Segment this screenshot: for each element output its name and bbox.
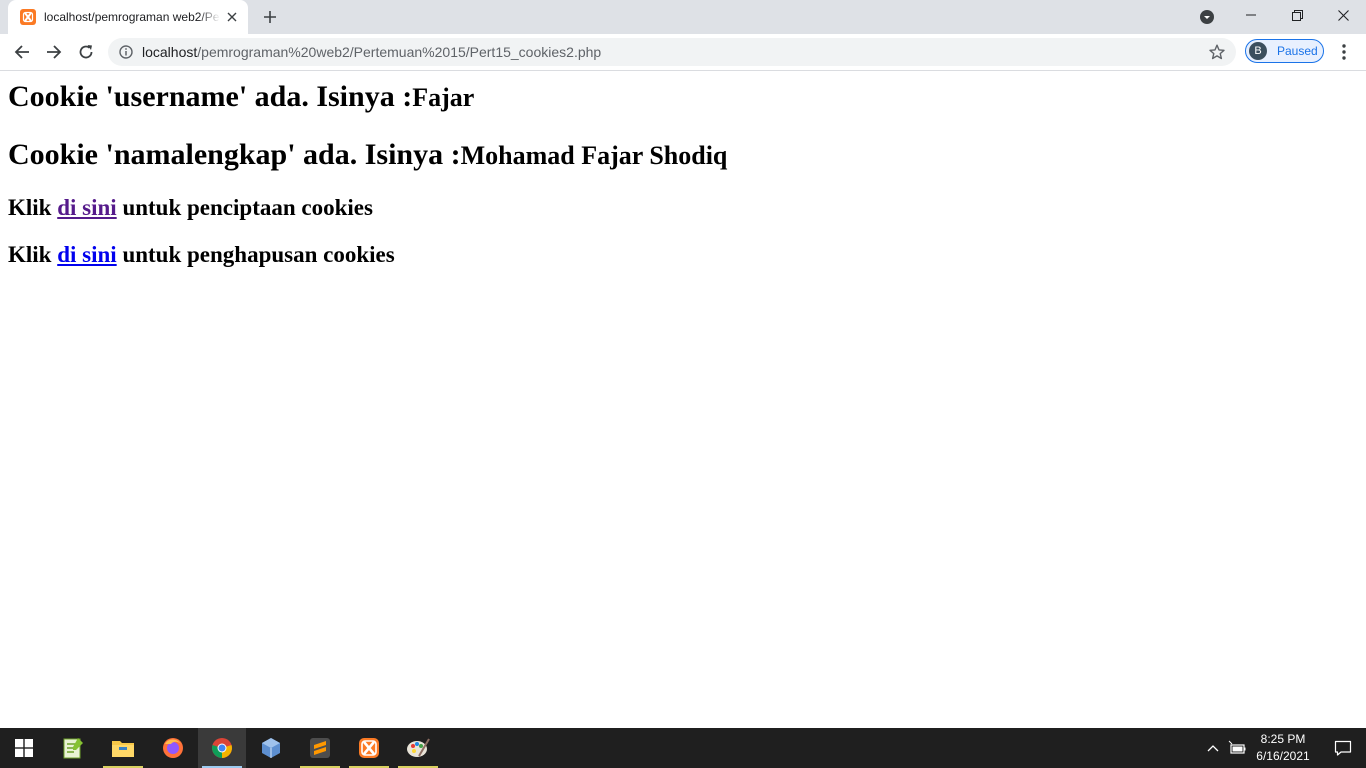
url-text: localhost/pemrograman%20web2/Pertemuan%2… xyxy=(142,44,601,60)
delete-suffix: untuk penghapusan cookies xyxy=(116,242,395,267)
close-window-icon[interactable] xyxy=(1320,0,1366,30)
delete-prefix: Klik xyxy=(8,242,58,267)
chrome-icon[interactable] xyxy=(198,728,246,768)
create-cookies-link[interactable]: di sini xyxy=(57,195,116,220)
forward-arrow-icon[interactable] xyxy=(40,38,68,66)
tab-title: localhost/pemrograman web2/Pertemuan 15/… xyxy=(44,10,220,24)
clock-date: 6/16/2021 xyxy=(1256,749,1310,763)
address-bar[interactable]: localhost/pemrograman%20web2/Pertemuan%2… xyxy=(108,38,1236,66)
profile-status: Paused xyxy=(1277,44,1318,58)
new-tab-plus-icon[interactable] xyxy=(258,5,282,29)
url-path: /pemrograman%20web2/Pertemuan%2015/Pert1… xyxy=(197,44,602,60)
taskbar: 8:25 PM 6/16/2021 xyxy=(0,728,1366,768)
cookie-username-value: Fajar xyxy=(412,83,475,112)
windows-start-icon[interactable] xyxy=(0,728,48,768)
delete-cookies-line: Klik di sini untuk penghapusan cookies xyxy=(8,242,395,268)
battery-icon[interactable] xyxy=(1228,739,1246,757)
create-suffix: untuk penciptaan cookies xyxy=(116,195,373,220)
delete-cookies-link[interactable]: di sini xyxy=(57,242,116,267)
cookie-username-line: Cookie 'username' ada. Isinya :Fajar xyxy=(8,80,474,114)
url-host: localhost xyxy=(142,44,198,60)
cookie-namalengkap-line: Cookie 'namalengkap' ada. Isinya :Mohama… xyxy=(8,138,727,172)
notepad-plus-icon[interactable] xyxy=(49,728,97,768)
tab-strip: localhost/pemrograman web2/Pertemuan 15/… xyxy=(0,0,1366,34)
browser-toolbar: localhost/pemrograman%20web2/Pertemuan%2… xyxy=(0,34,1366,71)
tab-search-icon[interactable] xyxy=(1196,6,1218,28)
bookmark-star-icon[interactable] xyxy=(1208,43,1226,61)
restore-icon[interactable] xyxy=(1274,0,1320,30)
clock-time: 8:25 PM xyxy=(1260,732,1306,746)
create-prefix: Klik xyxy=(8,195,58,220)
minimize-icon[interactable] xyxy=(1228,0,1274,30)
profile-button[interactable]: B Paused xyxy=(1245,39,1324,63)
virtualbox-icon[interactable] xyxy=(247,728,295,768)
cookie-namalengkap-value: Mohamad Fajar Shodiq xyxy=(460,141,728,170)
site-info-icon[interactable] xyxy=(118,44,134,60)
sublime-text-icon[interactable] xyxy=(296,728,344,768)
web-page: Cookie 'username' ada. Isinya :Fajar Coo… xyxy=(0,71,1366,728)
system-clock[interactable]: 8:25 PM 6/16/2021 xyxy=(1252,731,1314,765)
paint-icon[interactable] xyxy=(394,728,442,768)
firefox-icon[interactable] xyxy=(149,728,197,768)
cookie-namalengkap-label: Cookie 'namalengkap' ada. Isinya : xyxy=(8,138,461,171)
file-explorer-icon[interactable] xyxy=(99,728,147,768)
more-vertical-icon[interactable] xyxy=(1334,40,1354,64)
create-cookies-line: Klik di sini untuk penciptaan cookies xyxy=(8,195,373,221)
avatar: B xyxy=(1249,42,1267,60)
browser-tab[interactable]: localhost/pemrograman web2/Pertemuan 15/… xyxy=(8,0,248,34)
back-arrow-icon[interactable] xyxy=(8,38,36,66)
reload-icon[interactable] xyxy=(72,38,100,66)
tab-close-icon[interactable] xyxy=(224,9,240,25)
chevron-up-icon[interactable] xyxy=(1204,738,1222,758)
notification-icon[interactable] xyxy=(1320,728,1366,768)
xampp-icon[interactable] xyxy=(345,728,393,768)
xampp-icon xyxy=(20,9,36,25)
cookie-username-label: Cookie 'username' ada. Isinya : xyxy=(8,80,413,113)
